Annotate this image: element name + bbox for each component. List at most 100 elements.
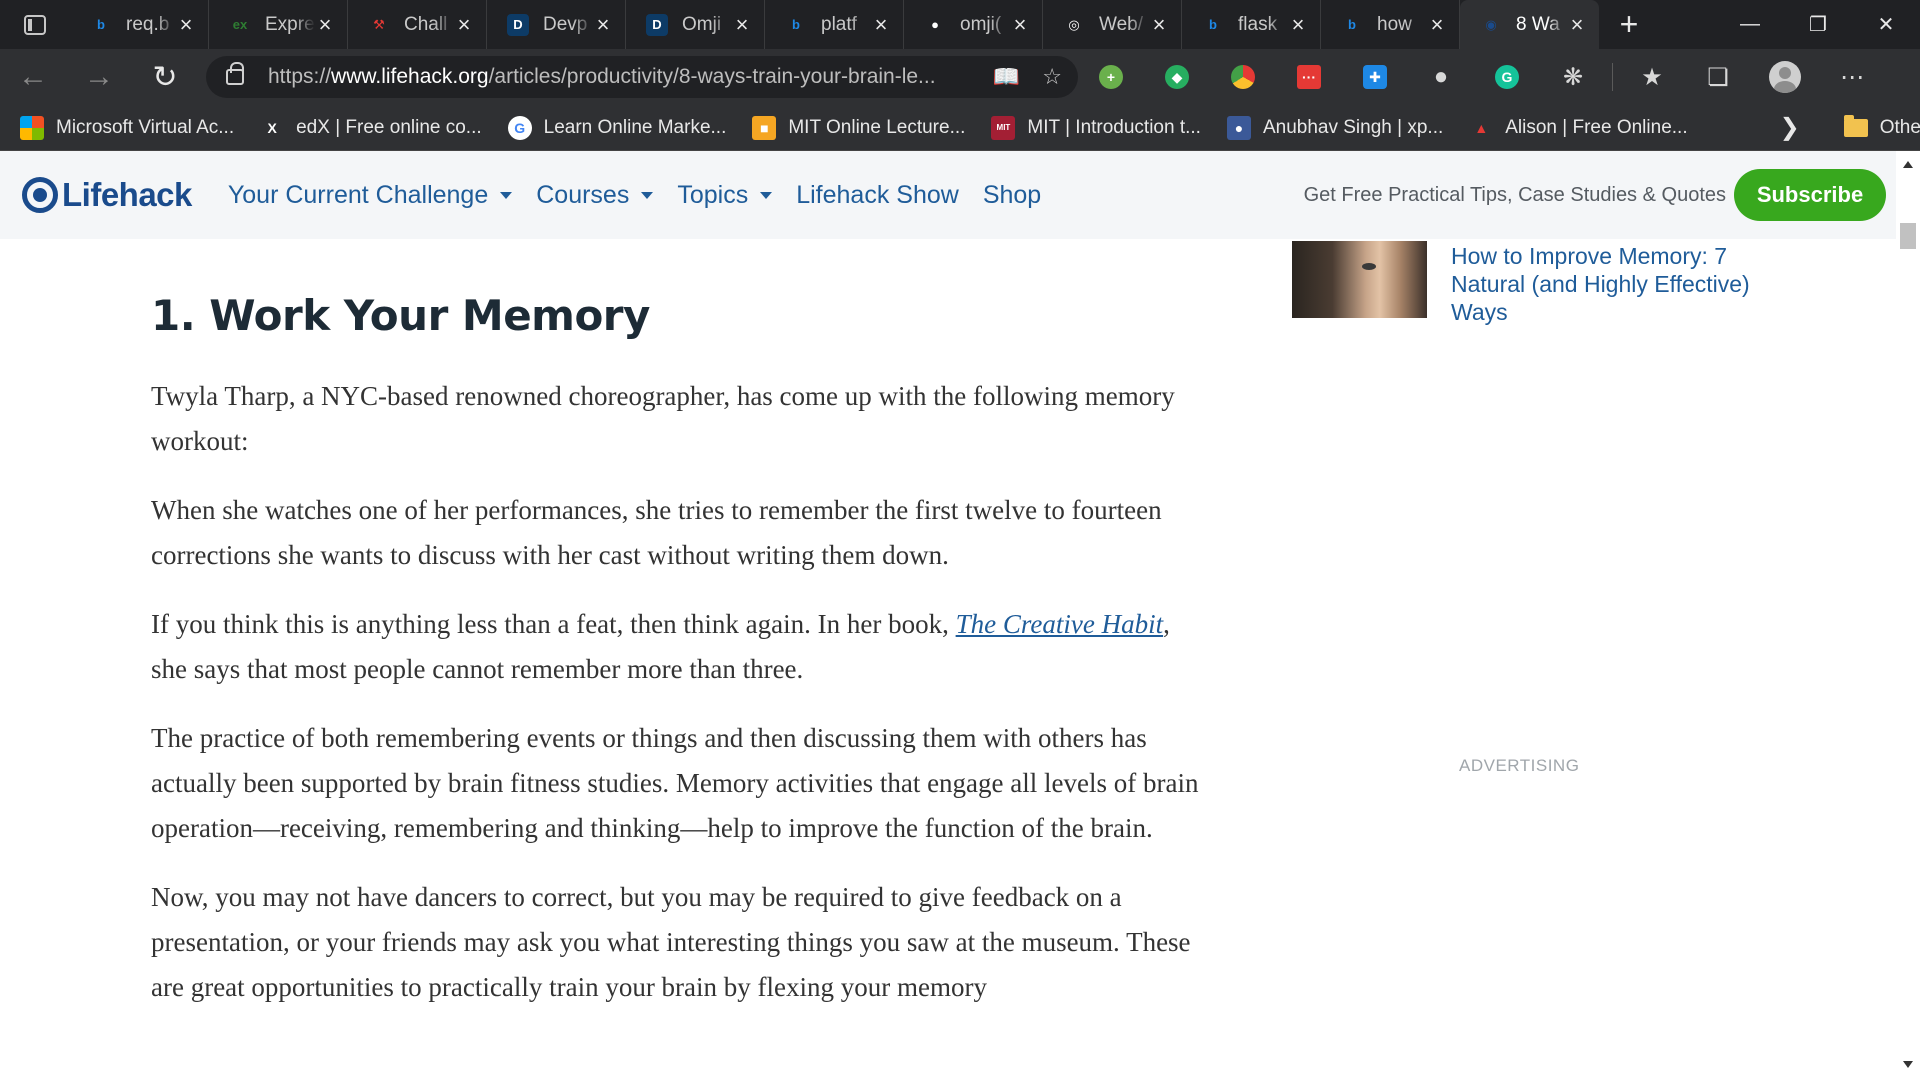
related-article-link[interactable]: How to Improve Memory: 7 Natural (and Hi… <box>1451 242 1751 326</box>
close-tab-icon[interactable]: × <box>732 12 752 38</box>
favorite-link[interactable]: Microsoft Virtual Ac... <box>20 115 234 140</box>
devpost-icon: D <box>507 13 529 36</box>
address-bar[interactable]: https://www.lifehack.org/articles/produc… <box>206 56 1078 98</box>
favorite-link[interactable]: ● Anubhav Singh | xp... <box>1226 115 1443 140</box>
extension-cart[interactable]: ◆ <box>1144 65 1210 89</box>
extension-red[interactable]: ··· <box>1276 65 1342 89</box>
site-nav-item[interactable]: Your Current Challenge <box>228 181 513 210</box>
other-favorites-folder[interactable]: Other favorites <box>1843 114 1920 139</box>
extension-blue[interactable]: ✚ <box>1342 65 1408 89</box>
tab-actions-button[interactable] <box>0 0 70 49</box>
toolbar-separator <box>1612 63 1613 91</box>
favorites-button[interactable]: ★ <box>1619 63 1685 92</box>
favorite-link[interactable]: G Learn Online Marke... <box>507 115 726 140</box>
paragraph-3-start: If you think this is anything less than … <box>151 609 956 639</box>
tagline: Get Free Practical Tips, Case Studies & … <box>1303 183 1726 206</box>
scroll-up-arrow-icon[interactable] <box>1903 161 1913 168</box>
scroll-down-arrow-icon[interactable] <box>1903 1061 1913 1068</box>
subscribe-button[interactable]: Subscribe <box>1734 169 1886 221</box>
plus-blue-extension-icon: ✚ <box>1363 65 1387 89</box>
devpost-icon: D <box>646 13 668 36</box>
profile-avatar[interactable] <box>1769 61 1801 93</box>
favorite-link[interactable]: MIT MIT | Introduction t... <box>991 115 1201 140</box>
browser-tab[interactable]: ● omji(× <box>904 0 1043 49</box>
close-tab-icon[interactable]: × <box>1427 12 1447 38</box>
back-button[interactable]: ← <box>0 60 66 94</box>
browser-tab[interactable]: ⚒ Chall × <box>348 0 487 49</box>
extension-chrome[interactable] <box>1210 65 1276 89</box>
collections-button[interactable]: ❏ <box>1685 63 1751 92</box>
tab-title: flask <box>1238 13 1278 35</box>
favorite-link[interactable]: ▲ Alison | Free Online... <box>1469 116 1687 140</box>
extension-grammarly[interactable]: G <box>1474 65 1540 89</box>
close-window-button[interactable]: ✕ <box>1852 12 1920 37</box>
microsoft-icon <box>20 115 44 140</box>
lock-icon[interactable] <box>226 62 244 85</box>
related-article-thumbnail[interactable] <box>1292 241 1427 318</box>
favorite-label: MIT Online Lecture... <box>788 116 966 138</box>
expressjs-icon: ex <box>232 17 248 32</box>
chevron-down-icon <box>641 191 654 199</box>
close-tab-icon[interactable]: × <box>1149 12 1169 38</box>
dots-extension-icon: ··· <box>1297 65 1321 89</box>
new-tab-button[interactable]: + <box>1599 0 1659 49</box>
bing-icon: b <box>1209 17 1217 32</box>
refresh-button[interactable]: ↻ <box>132 60 198 95</box>
tab-list: b req.b × ex Expre × ⚒ Chall × D Devp × D Omji × b platf… <box>70 0 1599 49</box>
extension-gray[interactable]: ● <box>1408 63 1474 91</box>
chevron-right-icon[interactable]: ❯ <box>1780 113 1800 142</box>
close-tab-icon[interactable]: × <box>871 12 891 38</box>
lifehack-logo[interactable]: Lifehack <box>22 176 192 214</box>
browser-tab[interactable]: b how × <box>1321 0 1460 49</box>
browser-tab[interactable]: D Omji × <box>626 0 765 49</box>
close-tab-icon[interactable]: × <box>454 12 474 38</box>
tab-title: how <box>1377 13 1412 35</box>
close-tab-icon[interactable]: × <box>1010 12 1030 38</box>
immersive-reader-icon[interactable]: 📖 <box>993 64 1020 90</box>
add-favorite-icon[interactable]: ☆ <box>1042 64 1062 90</box>
close-tab-icon[interactable]: × <box>1288 12 1308 38</box>
book-link[interactable]: The Creative Habit <box>956 609 1163 639</box>
close-tab-icon[interactable]: × <box>593 12 613 38</box>
extensions-button[interactable]: ❋ <box>1540 63 1606 92</box>
extension-plus[interactable]: + <box>1078 65 1144 89</box>
site-nav-label: Lifehack Show <box>796 180 959 209</box>
browser-tab[interactable]: D Devp × <box>487 0 626 49</box>
browser-tab[interactable]: ◎ Web/× <box>1043 0 1182 49</box>
browser-tab[interactable]: b flask × <box>1182 0 1321 49</box>
url-text[interactable]: https://www.lifehack.org/articles/produc… <box>268 65 971 89</box>
site-nav-item[interactable]: Topics <box>677 180 773 210</box>
bottle-extension-icon: ● <box>1433 63 1449 90</box>
bing-icon: b <box>1348 17 1356 32</box>
browser-tab[interactable]: b platf × <box>765 0 904 49</box>
site-nav-item[interactable]: Courses <box>536 181 654 210</box>
close-tab-icon[interactable]: × <box>176 12 196 38</box>
favorite-link[interactable]: XedX | Free online co... <box>260 116 481 140</box>
site-nav-item[interactable]: Lifehack Show <box>796 181 959 210</box>
site-nav-label: Shop <box>982 180 1042 209</box>
google-icon: G <box>507 115 532 140</box>
tab-title: omji( <box>960 13 1002 35</box>
browser-tab[interactable]: ◉ 8 Wa × <box>1460 0 1599 49</box>
page-scrollbar[interactable] <box>1896 151 1920 1080</box>
bing-icon: b <box>97 17 105 32</box>
scrollbar-thumb[interactable] <box>1900 223 1916 249</box>
site-nav-label: Topics <box>677 180 749 209</box>
browser-tab-strip: b req.b × ex Expre × ⚒ Chall × D Devp × D Omji × b platf… <box>0 0 1920 49</box>
favorite-link[interactable]: ■ MIT Online Lecture... <box>752 115 966 140</box>
forward-button[interactable]: → <box>66 60 132 94</box>
restore-button[interactable]: ❐ <box>1784 12 1852 37</box>
site-nav: Your Current Challenge Courses Topics Lifeh… <box>228 181 1065 210</box>
browser-tab[interactable]: b req.b × <box>70 0 209 49</box>
collections-icon: ❏ <box>1707 63 1729 91</box>
minimize-button[interactable]: — <box>1716 13 1784 36</box>
paragraph-3: If you think this is anything less than … <box>151 602 1211 692</box>
close-tab-icon[interactable]: × <box>1567 12 1587 38</box>
logo-text: Lifehack <box>62 176 192 213</box>
article-body: 1. Work Your Memory Twyla Tharp, a NYC-b… <box>151 239 1211 1010</box>
puzzle-icon: ❋ <box>1562 63 1584 91</box>
site-nav-item[interactable]: Shop <box>983 181 1041 210</box>
close-tab-icon[interactable]: × <box>315 12 335 38</box>
settings-menu-button[interactable]: ⋯ <box>1819 63 1885 92</box>
browser-tab[interactable]: ex Expre × <box>209 0 348 49</box>
